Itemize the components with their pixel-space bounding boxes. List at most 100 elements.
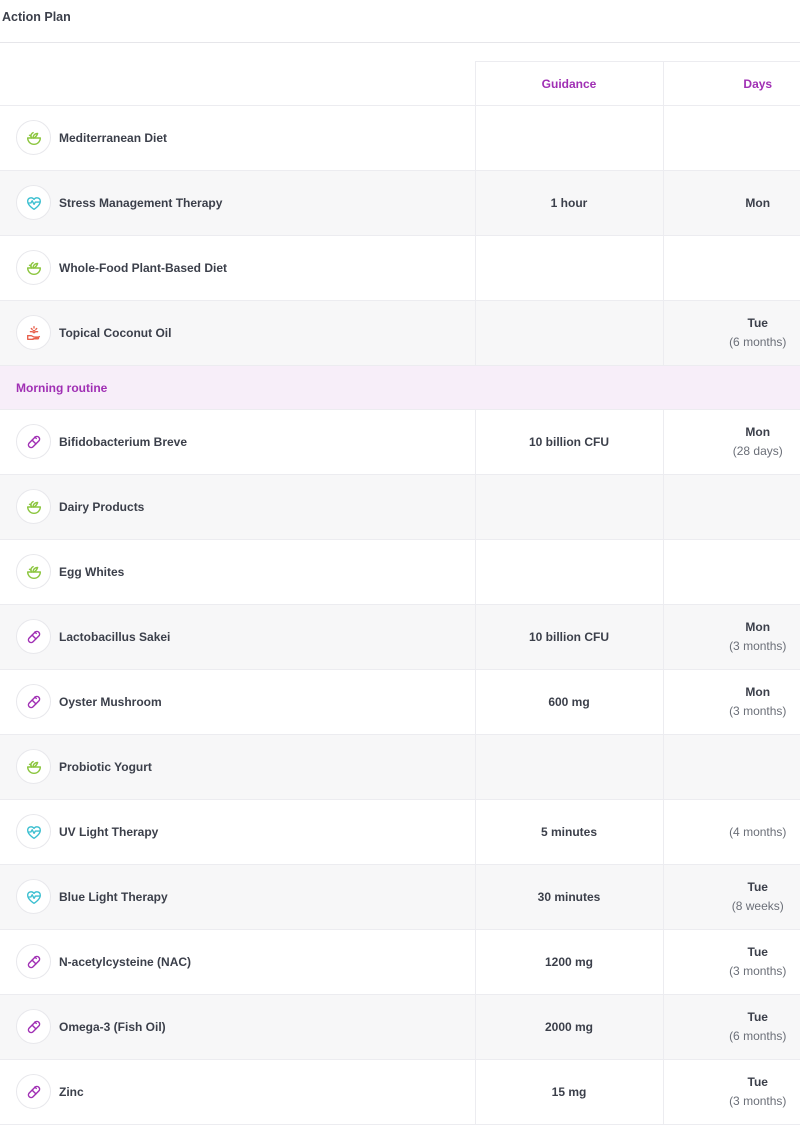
row-name-cell: Egg Whites [0, 539, 475, 605]
row-guidance [474, 474, 663, 540]
row-name[interactable]: Lactobacillus Sakei [59, 630, 170, 644]
row-day: Mon [745, 195, 771, 210]
row-name[interactable]: Egg Whites [59, 565, 124, 579]
row-name[interactable]: Mediterranean Diet [59, 131, 167, 145]
row-duration: (8 weeks) [731, 899, 784, 913]
table-row[interactable]: Zinc 15 mg Tue (3 months) [0, 1059, 800, 1125]
row-name[interactable]: UV Light Therapy [59, 825, 158, 839]
row-days-cell: Mon (3 months) [662, 669, 800, 735]
row-days-cell: Tue (3 months) [662, 1059, 800, 1125]
table-row[interactable]: Probiotic Yogurt [0, 734, 800, 800]
salad-bowl-icon [16, 250, 51, 285]
table-row[interactable]: Blue Light Therapy 30 minutes Tue (8 wee… [0, 864, 800, 930]
row-days-cell: Tue (6 months) [662, 994, 800, 1060]
row-name-cell: Lactobacillus Sakei [0, 604, 475, 670]
table-header-row: Guidance Days [0, 61, 800, 106]
table-row[interactable]: Dairy Products [0, 474, 800, 540]
row-name-cell: Topical Coconut Oil [0, 300, 475, 366]
table-row[interactable]: Whole-Food Plant-Based Diet [0, 235, 800, 301]
table-row[interactable]: Egg Whites [0, 539, 800, 605]
row-guidance [474, 235, 663, 301]
row-name-cell: Probiotic Yogurt [0, 734, 475, 800]
row-guidance [474, 539, 663, 605]
row-day: Tue [747, 880, 768, 894]
row-name-cell: Blue Light Therapy [0, 864, 475, 930]
table-row[interactable]: Mediterranean Diet [0, 105, 800, 171]
table-row[interactable]: Bifidobacterium Breve 10 billion CFU Mon… [0, 409, 800, 475]
table-row[interactable]: N-acetylcysteine (NAC) 1200 mg Tue (3 mo… [0, 929, 800, 995]
row-name-cell: Omega-3 (Fish Oil) [0, 994, 475, 1060]
row-day: Mon [745, 425, 771, 439]
row-guidance [474, 105, 663, 171]
heart-pulse-icon [16, 185, 51, 220]
row-name[interactable]: Oyster Mushroom [59, 695, 162, 709]
heart-pulse-icon [16, 879, 51, 914]
table-row[interactable]: Omega-3 (Fish Oil) 2000 mg Tue (6 months… [0, 994, 800, 1060]
row-duration: (4 months) [729, 824, 787, 839]
row-guidance: 2000 mg [474, 994, 663, 1060]
row-name[interactable]: Blue Light Therapy [59, 890, 168, 904]
table-row[interactable]: Lactobacillus Sakei 10 billion CFU Mon (… [0, 604, 800, 670]
row-name[interactable]: Probiotic Yogurt [59, 760, 152, 774]
hand-lotion-icon [16, 315, 51, 350]
row-name-cell: Whole-Food Plant-Based Diet [0, 235, 475, 301]
row-day: Tue [747, 945, 768, 959]
row-name[interactable]: Dairy Products [59, 500, 144, 514]
pill-icon [16, 619, 51, 654]
pill-icon [16, 1074, 51, 1109]
table-row[interactable]: Oyster Mushroom 600 mg Mon (3 months) [0, 669, 800, 735]
column-header-days[interactable]: Days [662, 61, 800, 106]
salad-bowl-icon [16, 554, 51, 589]
row-guidance: 1 hour [474, 170, 663, 236]
row-duration: (3 months) [729, 639, 787, 653]
row-guidance: 5 minutes [474, 799, 663, 865]
page-header: Action Plan [0, 0, 800, 43]
row-name-cell: Oyster Mushroom [0, 669, 475, 735]
heart-pulse-icon [16, 814, 51, 849]
row-guidance: 15 mg [474, 1059, 663, 1125]
row-name-cell: Zinc [0, 1059, 475, 1125]
row-name[interactable]: Zinc [59, 1085, 84, 1099]
table-row[interactable]: Topical Coconut Oil Tue (6 months) [0, 300, 800, 366]
row-guidance: 10 billion CFU [474, 604, 663, 670]
salad-bowl-icon [16, 749, 51, 784]
row-guidance: 600 mg [474, 669, 663, 735]
salad-bowl-icon [16, 120, 51, 155]
section-label: Morning routine [0, 365, 800, 410]
row-days-cell: Mon (3 months) [662, 604, 800, 670]
row-name[interactable]: Bifidobacterium Breve [59, 435, 187, 449]
pill-icon [16, 1009, 51, 1044]
row-duration: (3 months) [729, 704, 787, 718]
row-name-cell: N-acetylcysteine (NAC) [0, 929, 475, 995]
row-duration: (28 days) [732, 444, 783, 458]
row-guidance: 1200 mg [474, 929, 663, 995]
row-name[interactable]: Omega-3 (Fish Oil) [59, 1020, 166, 1034]
row-days-cell [662, 105, 800, 171]
pill-icon [16, 944, 51, 979]
row-day: Tue [747, 1010, 768, 1024]
page-title: Action Plan [2, 10, 71, 24]
row-name[interactable]: Topical Coconut Oil [59, 326, 171, 340]
row-guidance [474, 300, 663, 366]
action-plan-table: Guidance Days Mediterranean Diet Stress … [0, 61, 800, 1125]
row-name[interactable]: N-acetylcysteine (NAC) [59, 955, 191, 969]
row-day: Mon [745, 685, 771, 699]
row-duration: (3 months) [729, 964, 787, 978]
table-row[interactable]: UV Light Therapy 5 minutes (4 months) [0, 799, 800, 865]
row-day: Tue [747, 316, 768, 330]
table-row[interactable]: Stress Management Therapy 1 hour Mon [0, 170, 800, 236]
row-days-cell: Tue (3 months) [662, 929, 800, 995]
row-name[interactable]: Stress Management Therapy [59, 196, 222, 210]
row-name-cell: Bifidobacterium Breve [0, 409, 475, 475]
row-name-cell: Dairy Products [0, 474, 475, 540]
row-guidance: 10 billion CFU [474, 409, 663, 475]
salad-bowl-icon [16, 489, 51, 524]
row-guidance: 30 minutes [474, 864, 663, 930]
row-day: Mon [745, 620, 771, 634]
row-duration: (6 months) [729, 1029, 787, 1043]
row-name[interactable]: Whole-Food Plant-Based Diet [59, 261, 227, 275]
column-header-guidance[interactable]: Guidance [474, 61, 663, 106]
row-days-cell [662, 474, 800, 540]
row-guidance [474, 734, 663, 800]
row-days-cell: Mon (28 days) [662, 409, 800, 475]
